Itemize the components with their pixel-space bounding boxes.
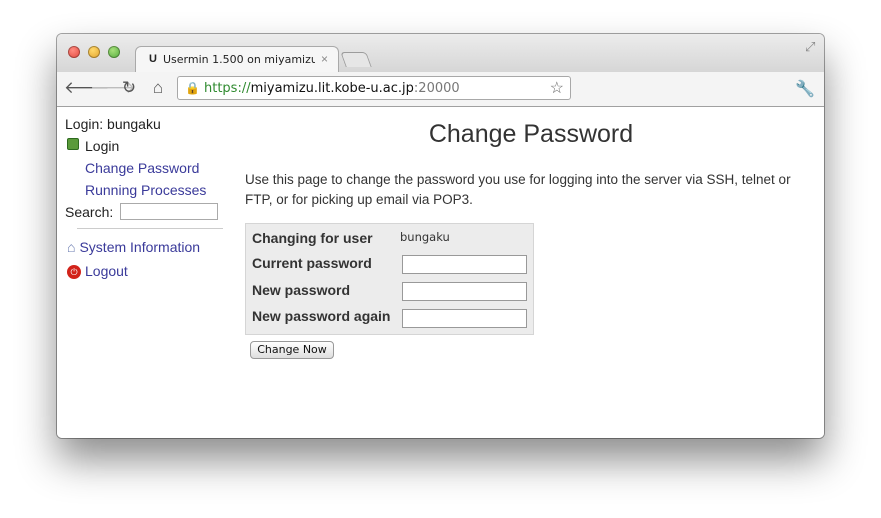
url-host: miyamizu.lit.kobe-u.ac.jp xyxy=(250,81,414,96)
search-label: Search: xyxy=(65,204,114,220)
sidebar-divider xyxy=(77,228,223,229)
sidebar-section-label: Login xyxy=(85,138,120,154)
search-input[interactable] xyxy=(120,203,218,220)
title-bar: U Usermin 1.500 on miyamizu × ⤢ xyxy=(57,34,824,72)
sidebar-item-change-password[interactable]: Change Password xyxy=(85,160,199,176)
home-icon[interactable]: ⌂ xyxy=(148,78,168,98)
login-user-text: Login: bungaku xyxy=(65,116,161,132)
window-close-button[interactable] xyxy=(68,46,80,58)
current-password-field[interactable] xyxy=(402,255,527,274)
url-scheme: https:// xyxy=(204,81,251,96)
window-zoom-button[interactable] xyxy=(108,46,120,58)
page-title: Change Password xyxy=(428,120,634,148)
back-arrow-icon[interactable]: 🡐 xyxy=(64,78,110,98)
sidebar-item-system-information[interactable]: ⌂ System Information xyxy=(67,239,200,255)
user-label: Changing for user xyxy=(252,230,373,246)
lock-icon: 🔒 xyxy=(185,81,200,95)
wrench-icon[interactable]: 🔧 xyxy=(795,79,815,99)
reload-icon[interactable]: ↻ xyxy=(119,78,139,98)
fullscreen-icon[interactable]: ⤢ xyxy=(805,39,815,55)
window-minimize-button[interactable] xyxy=(88,46,100,58)
sidebar-item-logout[interactable]: ⏻ Logout xyxy=(67,263,128,279)
logout-label: Logout xyxy=(85,263,128,279)
sidebar-section-login[interactable]: Login xyxy=(67,138,119,154)
new-tab-button[interactable] xyxy=(340,52,372,67)
address-bar[interactable]: 🔒 https://miyamizu.lit.kobe-u.ac.jp:2000… xyxy=(177,76,571,100)
star-icon[interactable]: ☆ xyxy=(550,78,564,98)
user-value: bungaku xyxy=(400,230,450,244)
browser-window: U Usermin 1.500 on miyamizu × ⤢ 🡐 🡒 ↻ ⌂ … xyxy=(57,34,824,438)
browser-toolbar: 🡐 🡒 ↻ ⌂ 🔒 https://miyamizu.lit.kobe-u.ac… xyxy=(57,72,824,107)
browser-tab[interactable]: U Usermin 1.500 on miyamizu × xyxy=(135,46,339,72)
tab-title: Usermin 1.500 on miyamizu xyxy=(163,53,315,66)
sidebar-item-running-processes[interactable]: Running Processes xyxy=(85,182,206,198)
usermin-favicon-icon: U xyxy=(149,53,157,65)
intro-text: Use this page to change the password you… xyxy=(245,172,791,207)
new-password-again-label: New password again xyxy=(252,308,391,324)
page-content: Login: bungaku Login Change Password Run… xyxy=(57,107,824,438)
new-password-field[interactable] xyxy=(402,282,527,301)
new-password-label: New password xyxy=(252,282,351,298)
forward-arrow-icon[interactable]: 🡒 xyxy=(90,78,136,98)
current-password-label: Current password xyxy=(252,255,372,271)
tab-close-icon[interactable]: × xyxy=(321,52,328,66)
url-text[interactable]: https://miyamizu.lit.kobe-u.ac.jp:20000 xyxy=(204,81,460,96)
expand-category-icon xyxy=(67,138,79,150)
change-now-button[interactable]: Change Now xyxy=(250,341,334,359)
power-icon: ⏻ xyxy=(67,265,81,279)
house-icon: ⌂ xyxy=(67,239,76,255)
system-information-label: System Information xyxy=(79,239,201,255)
new-password-again-field[interactable] xyxy=(402,309,527,328)
url-port: :20000 xyxy=(413,81,460,96)
sidebar-search: Search: xyxy=(65,203,218,220)
change-password-form: Changing for user bungaku Current passwo… xyxy=(245,223,534,335)
